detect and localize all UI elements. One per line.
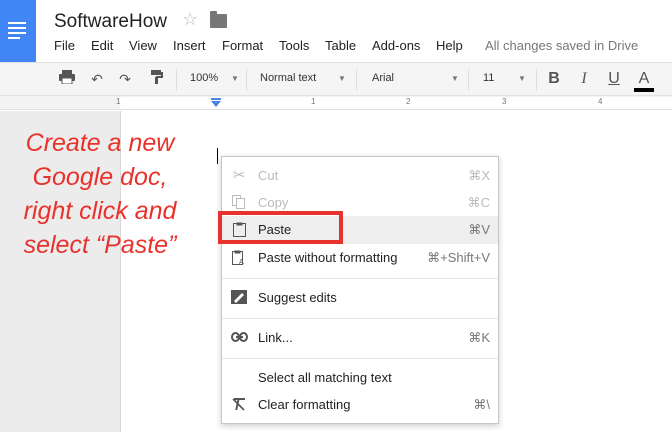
menu-item-link[interactable]: Link... ⌘K: [222, 324, 498, 352]
menu-separator: [222, 318, 498, 319]
annotation-line: Google doc,: [32, 163, 168, 191]
menu-item-label: Cut: [258, 168, 279, 183]
svg-text:A: A: [239, 259, 244, 265]
print-icon[interactable]: [58, 69, 76, 89]
star-icon[interactable]: ☆: [182, 9, 198, 30]
menu-addons[interactable]: Add-ons: [372, 38, 420, 53]
menu-item-clear-formatting[interactable]: Clear formatting ⌘\: [222, 391, 498, 419]
docs-logo-icon[interactable]: [0, 0, 36, 62]
italic-icon[interactable]: I: [576, 69, 592, 89]
undo-icon[interactable]: ↶: [88, 69, 106, 89]
document-title[interactable]: SoftwareHow: [54, 11, 167, 33]
menu-help[interactable]: Help: [436, 38, 463, 53]
menu-insert[interactable]: Insert: [173, 38, 206, 53]
ruler-number: 2: [406, 97, 411, 106]
bold-icon[interactable]: B: [546, 69, 562, 89]
menu-item-select-all-matching[interactable]: Select all matching text: [222, 364, 498, 392]
menu-table[interactable]: Table: [325, 38, 356, 53]
menu-item-shortcut: ⌘V: [468, 222, 490, 237]
menu-item-label: Select all matching text: [258, 370, 392, 385]
menu-item-shortcut: ⌘\: [473, 397, 490, 412]
menu-view[interactable]: View: [129, 38, 157, 53]
underline-icon[interactable]: U: [606, 69, 622, 89]
clipboard-text-icon: A: [230, 250, 248, 266]
save-status: All changes saved in Drive: [485, 38, 639, 53]
redo-icon[interactable]: ↷: [116, 69, 134, 89]
menu-separator: [222, 278, 498, 279]
folder-icon[interactable]: [210, 11, 227, 28]
text-color-swatch: [634, 88, 654, 92]
menu-item-label: Suggest edits: [258, 290, 337, 305]
menu-item-shortcut: ⌘C: [467, 195, 490, 210]
menu-item-paste-without-formatting[interactable]: A Paste without formatting ⌘+Shift+V: [222, 244, 498, 272]
menu-item-shortcut: ⌘X: [468, 168, 490, 183]
menu-format[interactable]: Format: [222, 38, 263, 53]
menu-item-label: Paste without formatting: [258, 250, 398, 265]
clear-format-icon: [230, 397, 248, 413]
menu-item-cut[interactable]: ✂ Cut ⌘X: [222, 162, 498, 190]
menu-tools[interactable]: Tools: [279, 38, 309, 53]
menu-item-label: Copy: [258, 195, 289, 210]
paint-format-icon[interactable]: [148, 69, 166, 89]
ruler-number: 1: [311, 97, 316, 106]
suggest-edit-icon: [230, 290, 248, 306]
text-cursor: [217, 148, 218, 164]
context-menu: ✂ Cut ⌘X Copy ⌘C Paste ⌘V A Paste withou…: [221, 156, 499, 424]
scissors-icon: ✂: [232, 167, 246, 184]
first-line-indent-marker[interactable]: [211, 98, 221, 100]
zoom-select[interactable]: 100%: [190, 72, 218, 84]
annotation-line: right click and: [23, 197, 177, 225]
style-caret-icon: ▼: [338, 74, 346, 83]
menu-edit[interactable]: Edit: [91, 38, 113, 53]
style-select[interactable]: Normal text: [260, 72, 316, 84]
size-caret-icon: ▼: [518, 74, 526, 83]
ruler: 1 1 2 3 4: [0, 96, 672, 110]
link-icon: [230, 330, 248, 346]
font-size-select[interactable]: 11: [483, 72, 494, 84]
instruction-annotation: Create a new Google doc, right click and…: [10, 126, 190, 262]
ruler-number: 4: [598, 97, 603, 106]
toolbar: ↶ ↷ 100% ▼ Normal text ▼ Arial ▼ 11 ▼ B …: [0, 62, 672, 96]
menu-item-shortcut: ⌘K: [468, 330, 490, 345]
font-select[interactable]: Arial: [372, 72, 394, 84]
copy-icon: [230, 195, 248, 211]
menu-item-label: Clear formatting: [258, 397, 351, 412]
annotation-line: Create a new: [25, 129, 175, 157]
text-color-icon[interactable]: A: [636, 69, 652, 89]
ruler-number: 1: [116, 97, 121, 106]
menu-item-shortcut: ⌘+Shift+V: [427, 250, 490, 265]
ruler-number: 3: [502, 97, 507, 106]
menu-item-suggest-edits[interactable]: Suggest edits: [222, 284, 498, 312]
ruler-page-area: [120, 97, 672, 109]
docs-header: SoftwareHow ☆ File Edit View Insert Form…: [0, 0, 672, 62]
font-caret-icon: ▼: [451, 74, 459, 83]
zoom-caret-icon: ▼: [231, 74, 239, 83]
annotation-line: select “Paste”: [23, 231, 177, 259]
paste-highlight-box: [218, 211, 343, 244]
left-indent-marker[interactable]: [211, 101, 221, 107]
menu-file[interactable]: File: [54, 38, 75, 53]
menu-item-label: Link...: [258, 330, 293, 345]
menu-separator: [222, 358, 498, 359]
